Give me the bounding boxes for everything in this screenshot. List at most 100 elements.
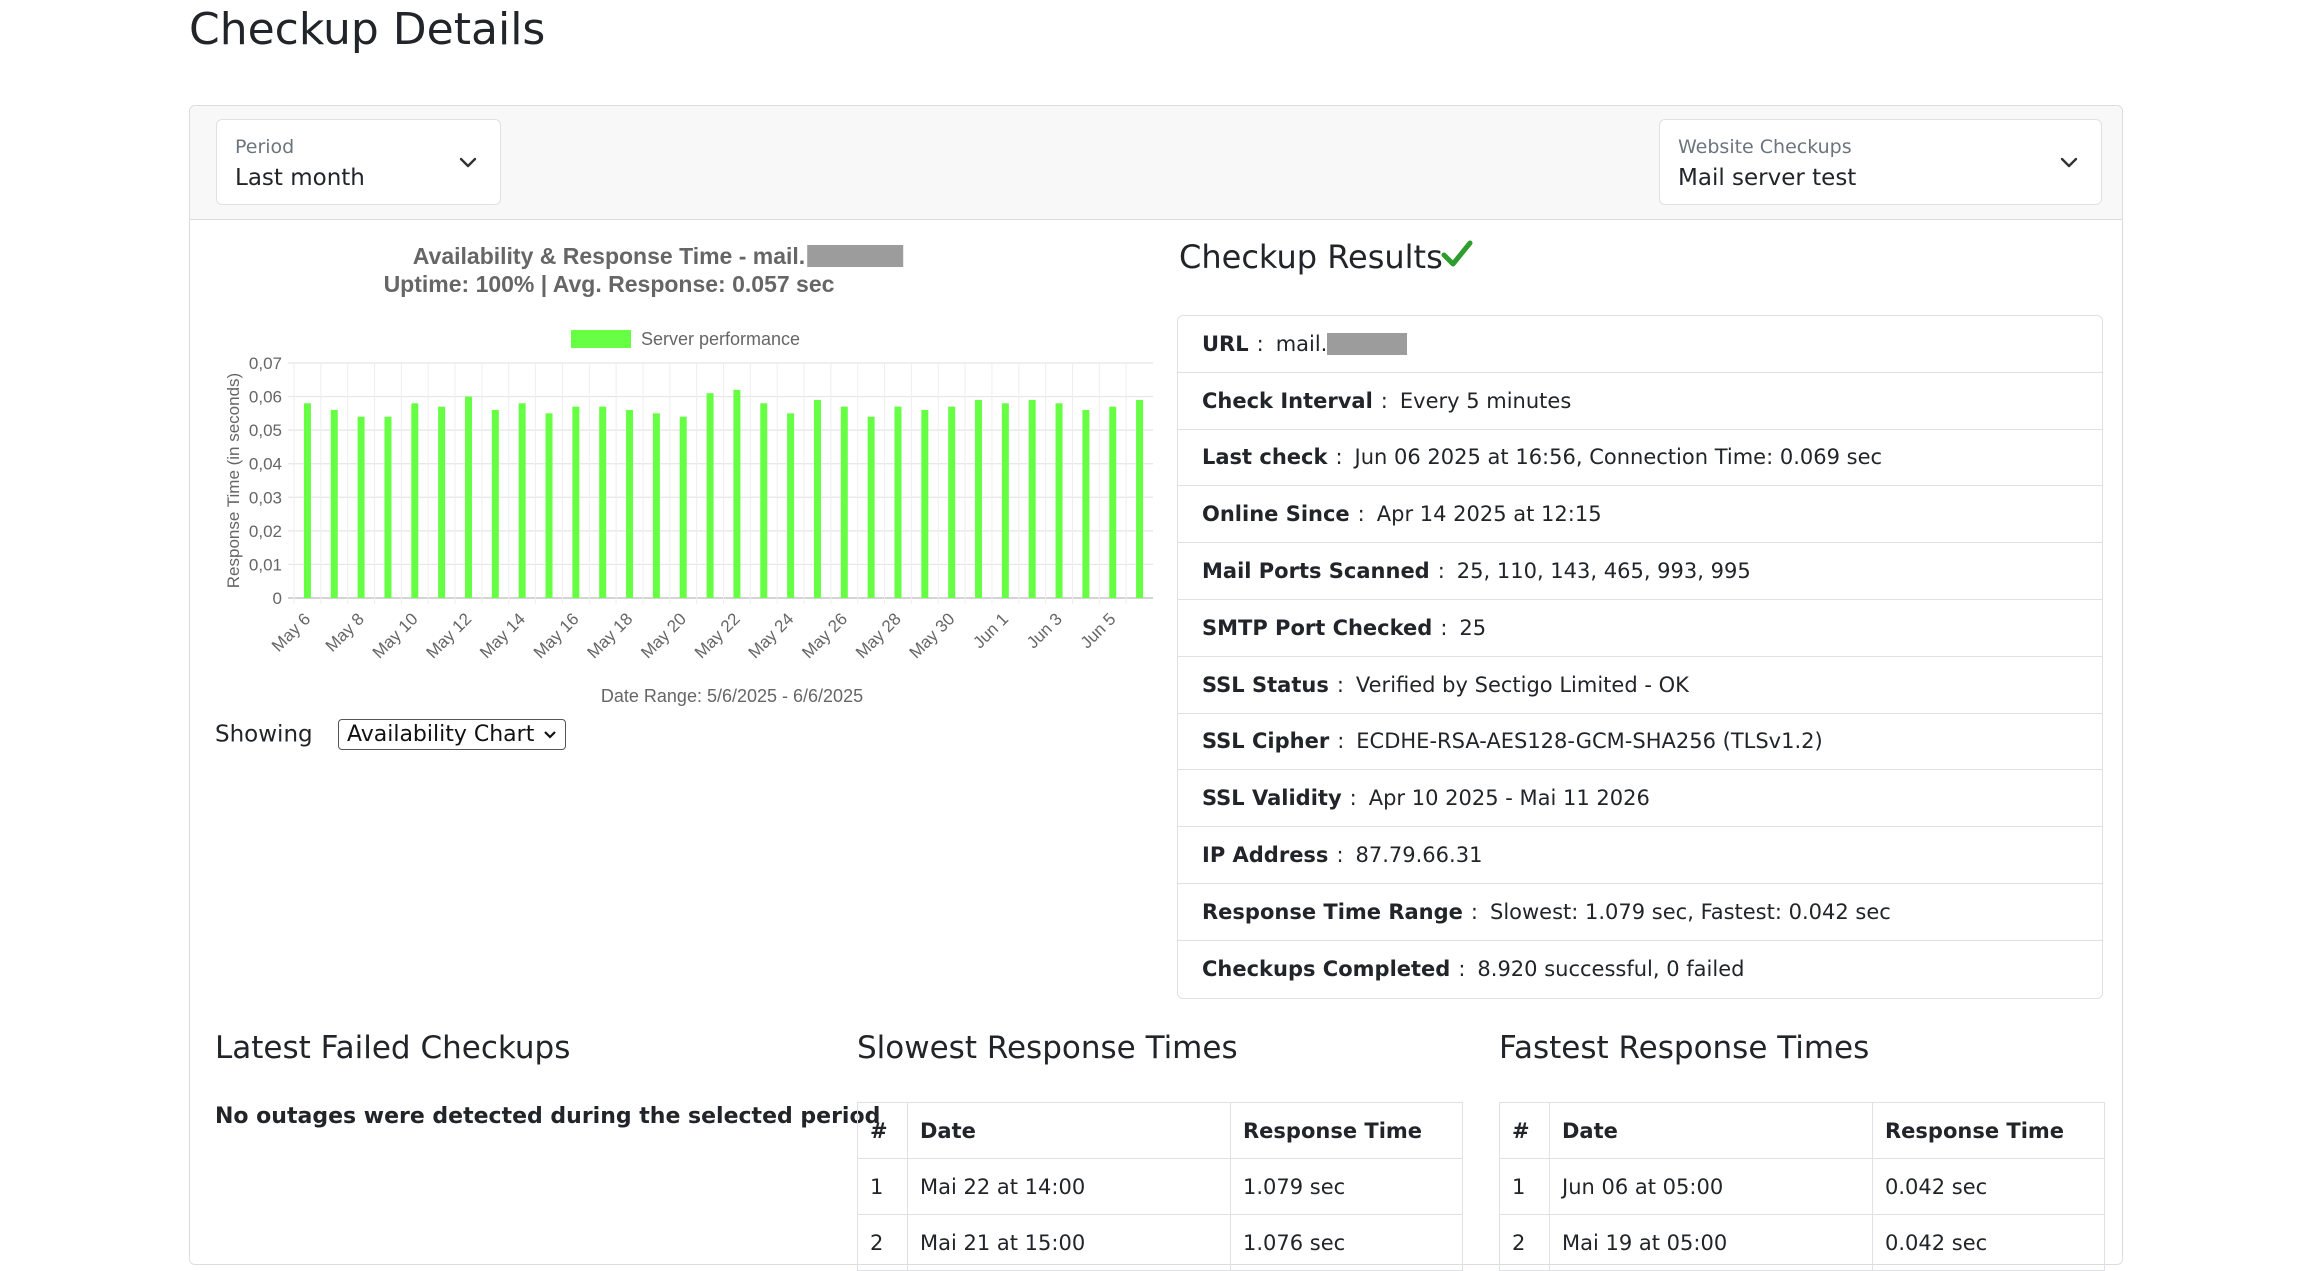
- website-checkups-label: Website Checkups: [1678, 136, 1852, 158]
- x-tick-label: May 30: [906, 609, 959, 662]
- bar: [894, 406, 902, 598]
- result-value: Verified by Sectigo Limited - OK: [1355, 672, 1689, 697]
- result-key: Check Interval: [1202, 388, 1373, 413]
- table-cell: 2: [1499, 1214, 1550, 1271]
- y-tick-label: 0: [273, 589, 282, 608]
- website-checkups-select[interactable]: Website Checkups Mail server test: [1659, 119, 2102, 205]
- y-tick-label: 0,03: [249, 488, 282, 507]
- result-row-url: URL: mail.: [1178, 316, 2102, 373]
- chevron-down-icon: [2060, 157, 2078, 168]
- x-tick-label: May 26: [798, 609, 851, 662]
- x-tick-label: Jun 5: [1077, 609, 1120, 652]
- slowest-table: # Date Response Time 1 Mai 22 at 14:00 1…: [857, 1102, 1463, 1271]
- bar: [491, 410, 499, 598]
- table-cell: 0.042 sec: [1872, 1214, 2105, 1271]
- availability-chart: Availability & Response Time - mail.Upti…: [224, 243, 1153, 706]
- redaction-block: [1327, 332, 1408, 355]
- table-row: 1 Jun 06 at 05:00 0.042 sec: [1499, 1158, 2105, 1215]
- table-header-row: # Date Response Time: [1499, 1102, 2105, 1159]
- bar: [330, 410, 338, 598]
- result-value: 87.79.66.31: [1355, 843, 1483, 868]
- result-key: Checkups Completed: [1202, 957, 1451, 982]
- bar: [921, 410, 929, 598]
- x-axis-label: Date Range: 5/6/2025 - 6/6/2025: [601, 686, 863, 706]
- chevron-down-icon: [544, 731, 557, 739]
- bar: [1109, 406, 1117, 598]
- result-row-online-since: Online Since: Apr 14 2025 at 12:15: [1178, 486, 2102, 544]
- y-axis-label: Response Time (in seconds): [224, 373, 243, 588]
- bar: [679, 416, 687, 598]
- fastest-title: Fastest Response Times: [1499, 1030, 1870, 1066]
- check-icon: [1440, 236, 1474, 280]
- bar: [867, 416, 875, 598]
- result-row-smtp-port: SMTP Port Checked:25: [1178, 600, 2102, 657]
- column-header: #: [857, 1102, 908, 1159]
- chevron-down-icon: [459, 157, 477, 168]
- result-key: SSL Status: [1202, 672, 1329, 697]
- column-header: Response Time: [1872, 1102, 2105, 1159]
- bar: [438, 406, 446, 598]
- fastest-table: # Date Response Time 1 Jun 06 at 05:00 0…: [1499, 1102, 2105, 1271]
- x-tick-label: May 14: [476, 609, 529, 662]
- x-tick-label: May 12: [422, 609, 475, 662]
- result-key: SMTP Port Checked: [1202, 615, 1433, 640]
- website-checkups-value: Mail server test: [1678, 165, 1857, 191]
- result-key: IP Address: [1202, 843, 1329, 868]
- x-tick-label: May 24: [745, 609, 798, 662]
- bar: [411, 403, 419, 598]
- bar: [948, 406, 956, 598]
- y-tick-label: 0,05: [249, 421, 282, 440]
- period-select[interactable]: Period Last month: [216, 119, 501, 205]
- result-row-last-check: Last check: Jun 06 2025 at 16:56, Connect…: [1178, 430, 2102, 487]
- result-row-mail-ports: Mail Ports Scanned:25, 110, 143, 465, 99…: [1178, 543, 2102, 600]
- redaction-block: [807, 245, 904, 267]
- table-row: 2 Mai 19 at 05:00 0.042 sec: [1499, 1214, 2105, 1271]
- column-header: Date: [1549, 1102, 1873, 1159]
- result-key: SSL Validity: [1202, 786, 1342, 811]
- checkup-results-title: Checkup Results: [1179, 238, 1443, 276]
- table-cell: Mai 21 at 15:00: [907, 1214, 1231, 1271]
- x-tick-label: May 10: [369, 609, 422, 662]
- result-row-check-interval: Check Interval: Every 5 minutes: [1178, 373, 2102, 430]
- result-value: Slowest: 1.079 sec, Fastest: 0.042 sec: [1489, 899, 1891, 924]
- table-cell: 1: [1499, 1158, 1550, 1215]
- column-header: #: [1499, 1102, 1550, 1159]
- result-row-checkups-completed: Checkups Completed:8.920 successful, 0 f…: [1202, 957, 1745, 982]
- x-tick-label: May 28: [852, 609, 905, 662]
- bar: [1055, 403, 1063, 598]
- x-tick-label: May 6: [268, 609, 314, 655]
- result-value: Apr 14 2025 at 12:15: [1376, 502, 1602, 527]
- result-value: 25: [1459, 615, 1487, 640]
- bar: [733, 389, 741, 598]
- chart-type-select[interactable]: Availability Chart: [337, 719, 567, 750]
- legend-label: Server performance: [641, 329, 800, 349]
- result-key: URL: [1202, 331, 1249, 356]
- period-label: Period: [235, 136, 295, 158]
- result-key: SSL Cipher: [1202, 729, 1330, 754]
- result-value: 8.920 successful, 0 failed: [1477, 957, 1745, 982]
- x-tick-label: Jun 1: [969, 609, 1012, 652]
- result-row-response-range: Response Time Range: Slowest: 1.079 sec, …: [1178, 884, 2102, 941]
- x-tick-label: May 20: [637, 609, 690, 662]
- result-row-ssl-validity: SSL Validity: Apr 10 2025 - Mai 11 2026: [1178, 770, 2102, 828]
- bar: [626, 410, 634, 598]
- page-title: Checkup Details: [189, 4, 546, 55]
- bar: [706, 393, 714, 598]
- bar: [384, 416, 392, 598]
- table-header-row: # Date Response Time: [857, 1102, 1463, 1159]
- chart-title: Availability & Response Time - mail.: [413, 243, 805, 269]
- legend-swatch: [571, 330, 631, 348]
- no-outages-message: No outages were detected during the sele…: [215, 1104, 881, 1129]
- column-header: Date: [907, 1102, 1231, 1159]
- result-key: Last check: [1202, 445, 1328, 470]
- chart-subtitle: Uptime: 100% | Avg. Response: 0.057 sec: [384, 271, 835, 297]
- bar: [813, 399, 821, 598]
- x-tick-label: May 8: [322, 609, 368, 655]
- bar: [464, 396, 472, 598]
- result-value: Every 5 minutes: [1399, 388, 1572, 413]
- bar: [975, 399, 983, 598]
- result-value: 25, 110, 143, 465, 993, 995: [1456, 559, 1751, 584]
- result-value: Apr 10 2025 - Mai 11 2026: [1368, 786, 1650, 811]
- failed-checkups-title: Latest Failed Checkups: [215, 1030, 571, 1066]
- result-value: ECDHE-RSA-AES128-GCM-SHA256 (TLSv1.2): [1356, 729, 1823, 754]
